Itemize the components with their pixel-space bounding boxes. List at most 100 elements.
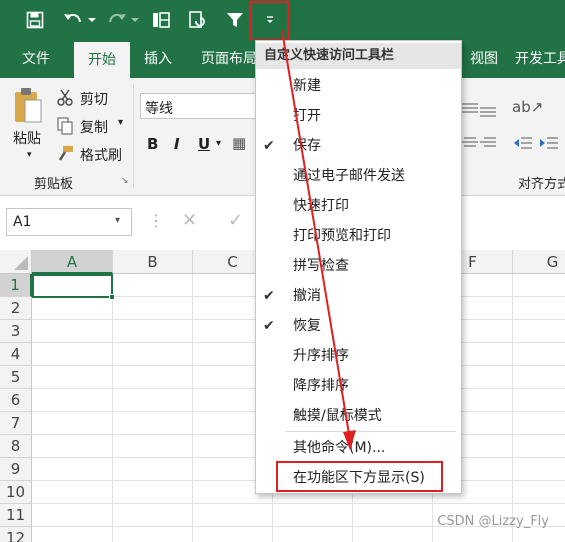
cancel-icon[interactable]: ✕: [182, 210, 197, 231]
menu-item[interactable]: 触摸/鼠标模式: [256, 401, 461, 431]
column-header[interactable]: G: [513, 250, 565, 274]
dialog-launcher-icon[interactable]: ↘: [121, 176, 129, 186]
font-name-input[interactable]: 等线: [140, 93, 260, 119]
selected-cell-a1[interactable]: [32, 274, 113, 298]
paste-dropdown-icon: ▾: [27, 150, 32, 160]
font-name-value: 等线: [145, 101, 173, 117]
copy-dropdown-icon: ▾: [118, 117, 124, 128]
format-painter-button[interactable]: 格式刷: [56, 143, 136, 165]
row-header[interactable]: 5: [0, 366, 32, 389]
menu-item-label: 触摸/鼠标模式: [293, 408, 382, 424]
gridline: [192, 274, 193, 542]
menu-item-label: 快速打印: [293, 198, 349, 214]
copy-button[interactable]: 复制 ▾: [56, 115, 136, 137]
row-header[interactable]: 2: [0, 297, 32, 320]
copy-icon: [57, 117, 73, 135]
undo-dropdown-icon[interactable]: [87, 7, 97, 33]
freeze-panes-icon[interactable]: [148, 7, 174, 33]
row-header[interactable]: 7: [0, 412, 32, 435]
menu-item-label: 拼写检查: [293, 258, 349, 274]
underline-button[interactable]: U: [198, 135, 210, 153]
paste-button[interactable]: 粘贴 ▾: [8, 86, 48, 166]
row-header[interactable]: 10: [0, 481, 32, 504]
tab-developer[interactable]: 开发工具: [515, 40, 565, 78]
save-icon[interactable]: [22, 7, 48, 33]
clipboard-group-label: 剪贴板: [34, 177, 74, 192]
confirm-icon[interactable]: ✓: [228, 210, 243, 231]
filter-icon[interactable]: [222, 7, 248, 33]
menu-item[interactable]: 通过电子邮件发送: [256, 161, 461, 191]
row-header[interactable]: 9: [0, 458, 32, 481]
cut-label: 剪切: [80, 92, 108, 108]
more-commands-item[interactable]: 其他命令(M)...: [256, 433, 461, 463]
row-header[interactable]: 12: [0, 527, 32, 542]
show-below-highlight: [276, 461, 443, 492]
menu-item[interactable]: ✔ 保存: [256, 131, 461, 161]
select-all-button[interactable]: [0, 250, 32, 274]
clipboard-icon: [15, 88, 42, 123]
underline-dropdown-icon[interactable]: ▾: [216, 138, 221, 149]
row-header[interactable]: 1: [0, 274, 32, 297]
customize-qat-menu: 自定义快速访问工具栏 新建 打开 ✔ 保存 通过电子邮件发送 快速打印 打印预览和打印 拼写检…: [255, 40, 462, 494]
cut-button[interactable]: 剪切: [56, 87, 136, 109]
menu-title: 自定义快速访问工具栏: [256, 43, 461, 69]
row-header[interactable]: 8: [0, 435, 32, 458]
tab-insert[interactable]: 插入: [144, 40, 172, 78]
increase-indent-icon[interactable]: [540, 136, 558, 154]
menu-item-label: 打开: [293, 108, 321, 124]
redo-icon[interactable]: [104, 7, 130, 33]
checkmark-icon: ✔: [263, 318, 275, 334]
row-header[interactable]: 4: [0, 343, 32, 366]
menu-item[interactable]: 拼写检查: [256, 251, 461, 281]
format-painter-icon: [58, 146, 73, 161]
menu-item[interactable]: ✔ 撤消: [256, 281, 461, 311]
undo-icon[interactable]: [60, 7, 86, 33]
column-header[interactable]: B: [113, 250, 193, 274]
tab-view[interactable]: 视图: [470, 40, 498, 78]
tab-file[interactable]: 文件: [22, 40, 50, 78]
align-bottom-icon[interactable]: [480, 104, 496, 122]
decrease-indent-icon[interactable]: [514, 136, 532, 154]
paste-label: 粘贴: [13, 131, 41, 147]
align-middle-icon[interactable]: [462, 102, 478, 120]
more-commands-label: 其他命令(M)...: [293, 440, 386, 456]
menu-item[interactable]: 打印预览和打印: [256, 221, 461, 251]
name-box-value: A1: [13, 214, 32, 230]
menu-item[interactable]: ✔ 恢复: [256, 311, 461, 341]
align-center-icon[interactable]: [462, 136, 478, 154]
gridline: [112, 274, 113, 542]
menu-item[interactable]: 升序排序: [256, 341, 461, 371]
orientation-icon[interactable]: ab↗: [512, 98, 543, 116]
customize-qat-highlight: [250, 1, 289, 41]
redo-dropdown-icon[interactable]: [130, 7, 140, 33]
border-icon[interactable]: ▦: [232, 134, 246, 152]
name-box[interactable]: A1 ▾: [6, 208, 132, 236]
row-header[interactable]: 3: [0, 320, 32, 343]
gridline: [512, 274, 513, 542]
checkmark-icon: ✔: [263, 288, 275, 304]
menu-item-label: 保存: [293, 138, 321, 154]
menu-item[interactable]: 快速打印: [256, 191, 461, 221]
column-header[interactable]: A: [32, 250, 113, 274]
bold-button[interactable]: B: [147, 135, 158, 153]
menu-item-label: 升序排序: [293, 348, 349, 364]
italic-button[interactable]: I: [174, 135, 180, 153]
tab-page-layout[interactable]: 页面布局: [201, 40, 257, 78]
menu-item[interactable]: 新建: [256, 71, 461, 101]
drag-handle-icon: ⋮: [148, 211, 164, 230]
refresh-icon[interactable]: [184, 7, 210, 33]
menu-item[interactable]: 打开: [256, 101, 461, 131]
ribbon-separator: [133, 84, 134, 188]
fill-handle[interactable]: [109, 294, 115, 300]
row-header[interactable]: 11: [0, 504, 32, 527]
tab-home[interactable]: 开始: [74, 42, 130, 78]
align-right-icon[interactable]: [480, 136, 496, 154]
menu-item-label: 新建: [293, 78, 321, 94]
name-box-dropdown-icon[interactable]: ▾: [115, 215, 120, 226]
menu-item-label: 撤消: [293, 288, 321, 304]
scissors-icon: [57, 89, 73, 106]
quick-access-toolbar: [0, 0, 565, 41]
row-header[interactable]: 6: [0, 389, 32, 412]
menu-item[interactable]: 降序排序: [256, 371, 461, 401]
alignment-group-label: 对齐方式: [518, 177, 565, 192]
